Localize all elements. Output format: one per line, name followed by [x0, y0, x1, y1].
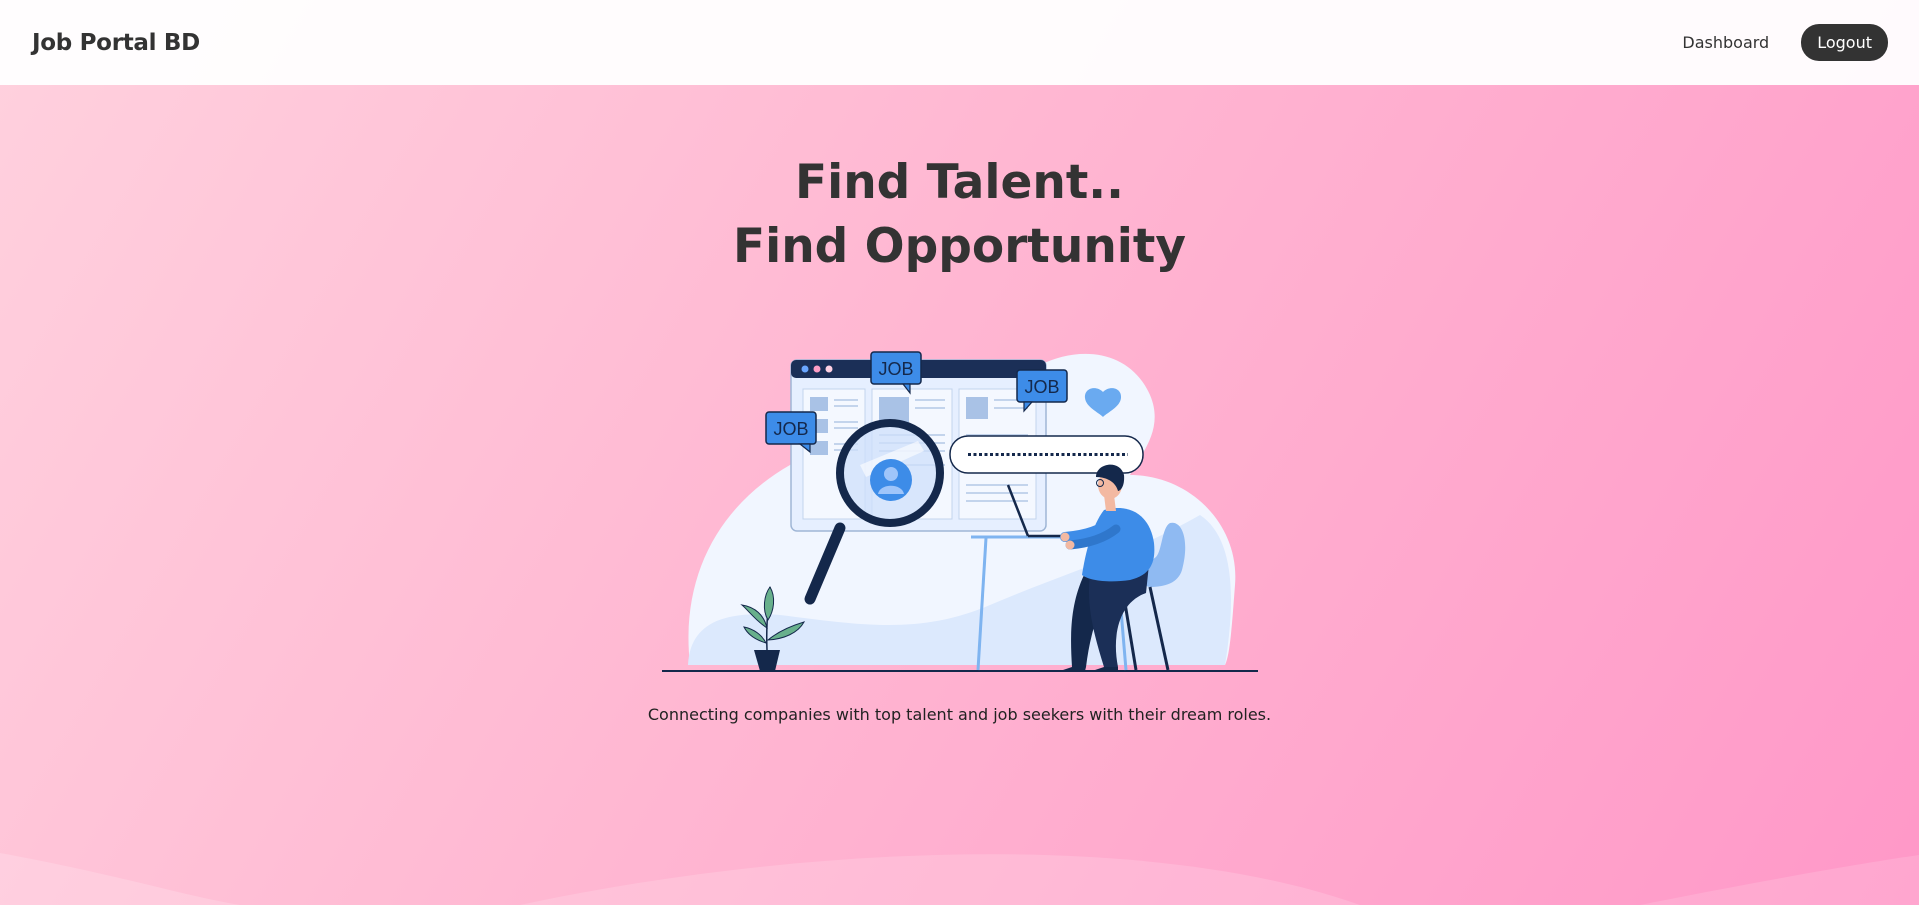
job-badge-top-label: JOB [878, 359, 913, 379]
hero-section: Find Talent.. Find Opportunity JOB JOB J… [0, 85, 1919, 905]
nav-right: Dashboard Logout [1682, 24, 1888, 61]
logout-button[interactable]: Logout [1801, 24, 1888, 61]
hero-headline-line2: Find Opportunity [733, 219, 1186, 274]
brand-logo[interactable]: Job Portal BD [32, 30, 200, 56]
hero-headline-line1: Find Talent.. [794, 155, 1125, 210]
dashboard-link[interactable]: Dashboard [1682, 33, 1769, 52]
job-badge-left-label: JOB [773, 419, 808, 439]
bottom-waves [0, 853, 1919, 905]
hero-tagline: Connecting companies with top talent and… [647, 705, 1272, 724]
job-badge-right-label: JOB [1024, 377, 1059, 397]
navbar: Job Portal BD Dashboard Logout [0, 0, 1919, 85]
job-search-illustration: JOB JOB JOB [662, 351, 1258, 672]
